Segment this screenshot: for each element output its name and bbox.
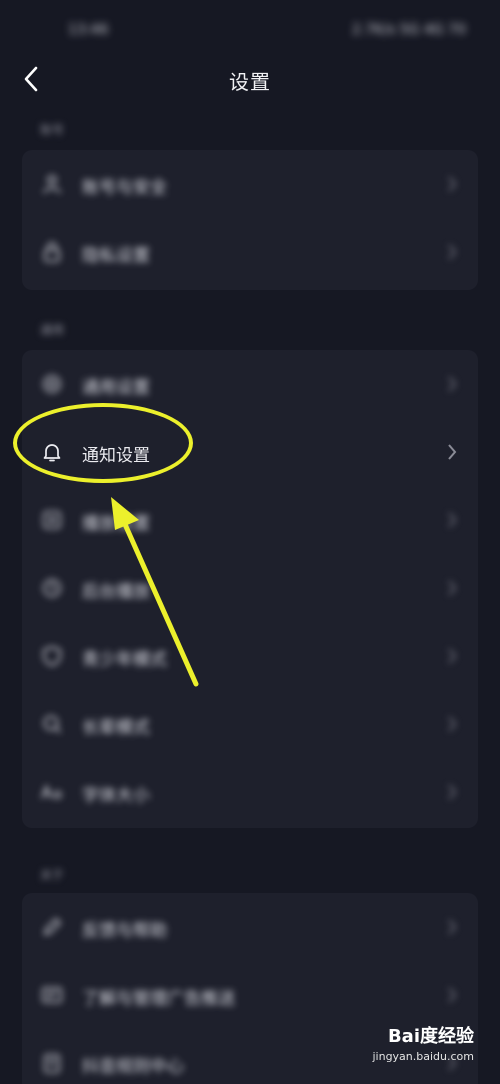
row-label: 反馈与帮助	[82, 921, 167, 941]
watermark-logo: Bai度经验	[387, 1026, 474, 1047]
row-label: 播放设置	[82, 514, 150, 534]
chevron-right-icon	[448, 376, 457, 392]
card-account: 账号与安全 隐私设置	[22, 150, 478, 290]
clock-icon	[40, 576, 64, 600]
row-account-security[interactable]: 账号与安全	[22, 150, 478, 218]
row-background-play[interactable]: 后台播放	[22, 554, 478, 622]
rules-icon	[40, 1051, 64, 1075]
row-privacy[interactable]: 隐私设置	[22, 218, 478, 286]
chevron-right-icon	[448, 716, 457, 732]
watermark-url: jingyan.baidu.com	[372, 1050, 474, 1063]
section-title-account: 账号	[40, 123, 65, 137]
chevron-right-icon	[448, 784, 457, 800]
row-elder-mode[interactable]: 长辈模式	[22, 690, 478, 758]
row-label: 账号与安全	[82, 178, 167, 198]
row-label: 后台播放	[82, 582, 150, 602]
row-label: 通用设置	[82, 378, 150, 398]
play-icon	[40, 508, 64, 532]
baidu-jingyan-watermark: Bai度经验 jingyan.baidu.com	[354, 1016, 474, 1070]
row-playback-settings[interactable]: 播放设置	[22, 486, 478, 554]
row-font-size[interactable]: 字体大小	[22, 758, 478, 826]
section-title-about: 关于	[40, 868, 65, 882]
ad-icon	[40, 983, 64, 1007]
row-general-settings[interactable]: 通用设置	[22, 350, 478, 418]
page-title: 设置	[229, 70, 271, 94]
row-notification-settings[interactable]: 通知设置	[22, 418, 478, 486]
row-teen-mode[interactable]: 青少年模式	[22, 622, 478, 690]
settings-screen: 13:46 2.7K/s 5G 4G 70 设置 账号 账号与安全 隐私设置 通…	[0, 0, 500, 1084]
chevron-right-icon	[448, 244, 457, 260]
card-general: 通用设置 通知设置 播放设置 后台播放 青少年模式 长辈模式 字体大小	[22, 350, 478, 828]
row-label: 隐私设置	[82, 246, 150, 266]
chevron-right-icon	[448, 512, 457, 528]
lock-icon	[40, 240, 64, 264]
status-icons: 2.7K/s 5G 4G 70	[351, 22, 466, 38]
search-icon	[40, 712, 64, 736]
chevron-right-icon	[448, 919, 457, 935]
status-time: 13:46	[68, 22, 109, 38]
row-label: 通知设置	[82, 446, 150, 466]
user-icon	[40, 172, 64, 196]
row-label: 了解与管理广告推送	[82, 989, 235, 1009]
font-size-icon	[40, 780, 64, 804]
gear-icon	[40, 372, 64, 396]
chevron-right-icon	[448, 987, 457, 1003]
row-label: 抖音规则中心	[82, 1057, 184, 1077]
chevron-right-icon	[448, 444, 457, 460]
row-label: 青少年模式	[82, 650, 167, 670]
bell-icon	[40, 440, 64, 464]
chevron-right-icon	[448, 648, 457, 664]
shield-icon	[40, 644, 64, 668]
edit-icon	[40, 915, 64, 939]
nav-bar: 设置	[0, 50, 500, 108]
section-title-general: 通用	[40, 323, 65, 337]
chevron-right-icon	[448, 176, 457, 192]
chevron-right-icon	[448, 580, 457, 596]
row-label: 长辈模式	[82, 718, 150, 738]
row-feedback[interactable]: 反馈与帮助	[22, 893, 478, 961]
row-label: 字体大小	[82, 786, 150, 806]
